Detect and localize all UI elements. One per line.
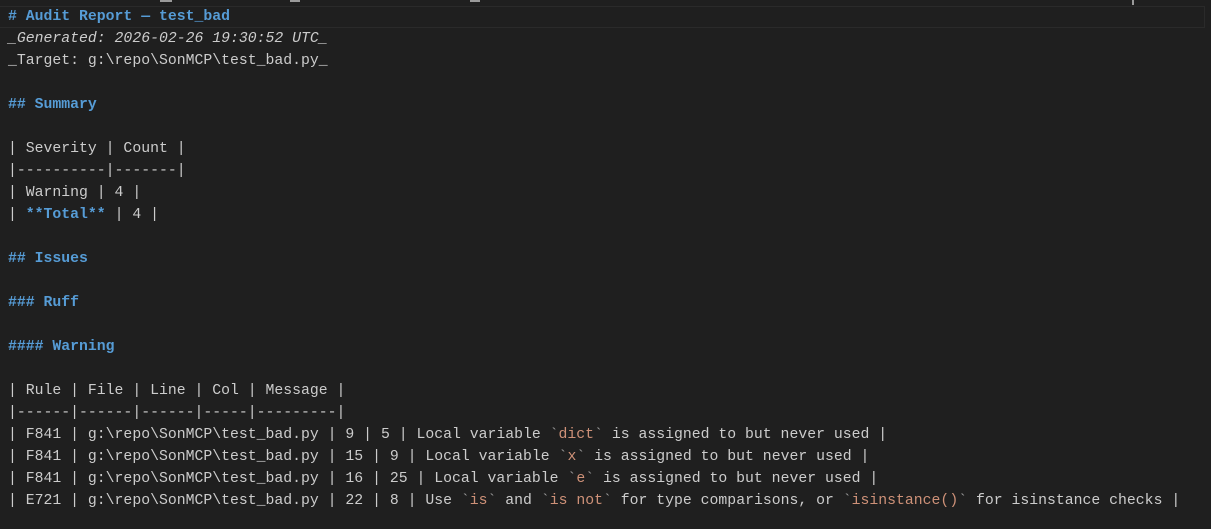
total-label: **Total**: [25, 207, 106, 223]
h3-ruff: ### Ruff: [8, 295, 80, 311]
inline-code: isinstance(): [851, 493, 959, 509]
summary-table-separator: |----------|-------|: [8, 163, 186, 179]
backtick: `: [540, 493, 550, 509]
row-text: | E721 | g:\repo\SonMCP\test_bad.py | 22…: [8, 493, 461, 509]
backtick: `: [585, 471, 595, 487]
h2-summary: ## Summary: [8, 97, 97, 113]
row-text: is assigned to but never used |: [585, 449, 870, 465]
summary-table-header: | Severity | Count |: [8, 141, 186, 157]
row-text: for type comparisons, or: [611, 493, 843, 509]
inline-code: is not: [549, 493, 603, 509]
total-value: | 4 |: [105, 207, 159, 223]
backtick: `: [567, 471, 577, 487]
inline-code: is: [469, 493, 488, 509]
issue-row: | F841 | g:\repo\SonMCP\test_bad.py | 9 …: [8, 424, 1211, 446]
row-text: is assigned to but never used |: [602, 427, 888, 443]
issues-table-separator: |------|------|------|-----|---------|: [8, 405, 346, 421]
inline-code: dict: [558, 427, 595, 443]
issue-row: | E721 | g:\repo\SonMCP\test_bad.py | 22…: [8, 490, 1211, 512]
h2-issues: ## Issues: [8, 251, 88, 267]
inline-code: e: [576, 471, 586, 487]
backtick: `: [549, 427, 559, 443]
backtick: `: [594, 427, 603, 443]
backtick: `: [842, 493, 852, 509]
h1-title: # Audit Report — test_bad: [8, 9, 230, 25]
markdown-editor[interactable]: # Audit Report — test_bad _Generated: 20…: [8, 6, 1211, 512]
issue-row: | F841 | g:\repo\SonMCP\test_bad.py | 15…: [8, 446, 1211, 468]
backtick: `: [958, 493, 968, 509]
issue-row: | F841 | g:\repo\SonMCP\test_bad.py | 16…: [8, 468, 1211, 490]
row-text: for isinstance checks |: [967, 493, 1181, 509]
row-text: | F841 | g:\repo\SonMCP\test_bad.py | 16…: [8, 471, 568, 487]
inline-code: x: [567, 449, 577, 465]
backtick: `: [602, 493, 612, 509]
h4-warning: #### Warning: [8, 339, 115, 355]
summary-row-total: | **Total** | 4 |: [8, 204, 1211, 226]
generated-line: _Generated: 2026-02-26 19:30:52 UTC_: [8, 31, 328, 47]
row-text: and: [496, 493, 541, 509]
target-line: _Target: g:\repo\SonMCP\test_bad.py_: [8, 53, 328, 69]
scrolled-text-remnant: [0, 0, 1211, 5]
row-text: is assigned to but never used |: [594, 471, 879, 487]
row-text: | F841 | g:\repo\SonMCP\test_bad.py | 15…: [8, 449, 559, 465]
pipe: |: [8, 207, 26, 223]
row-text: | F841 | g:\repo\SonMCP\test_bad.py | 9 …: [8, 427, 550, 443]
backtick: `: [576, 449, 586, 465]
backtick: `: [460, 493, 470, 509]
summary-row-warning: | Warning | 4 |: [8, 185, 142, 201]
issues-table-header: | Rule | File | Line | Col | Message |: [8, 383, 346, 399]
